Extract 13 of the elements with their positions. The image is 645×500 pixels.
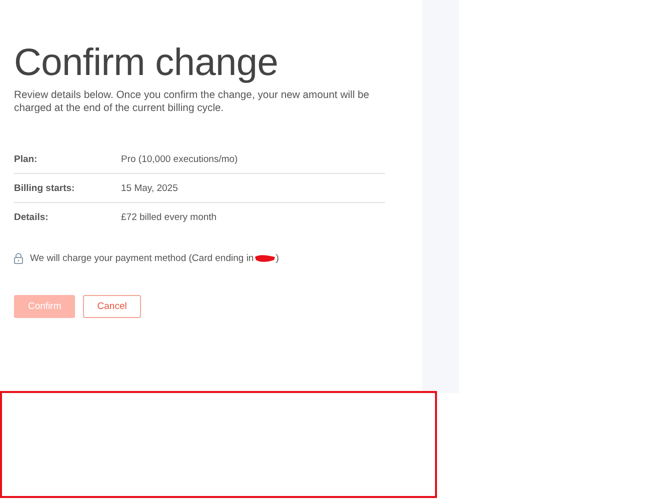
detail-label: Plan: xyxy=(14,154,38,164)
detail-label: Details: xyxy=(14,212,50,222)
payment-note: We will charge your payment method (Card ending in xyxy=(30,253,254,264)
page-title: Confirm change xyxy=(14,41,280,86)
detail-label: Billing starts: xyxy=(14,182,76,194)
detail-value: 15 May, 2025 xyxy=(121,182,178,194)
cancel-button[interactable]: Cancel xyxy=(83,295,141,318)
detail-value: £72 billed every month xyxy=(121,212,217,222)
detail-value: Pro (10,000 executions/mo) xyxy=(121,154,238,164)
payment-note-end: ) xyxy=(276,253,279,264)
redaction-scribble xyxy=(254,254,276,263)
lock-icon xyxy=(14,253,23,264)
description-text: Review details below. Once you confirm the change, your new amount will be charged at the end of the current billing cycle. xyxy=(14,89,370,115)
